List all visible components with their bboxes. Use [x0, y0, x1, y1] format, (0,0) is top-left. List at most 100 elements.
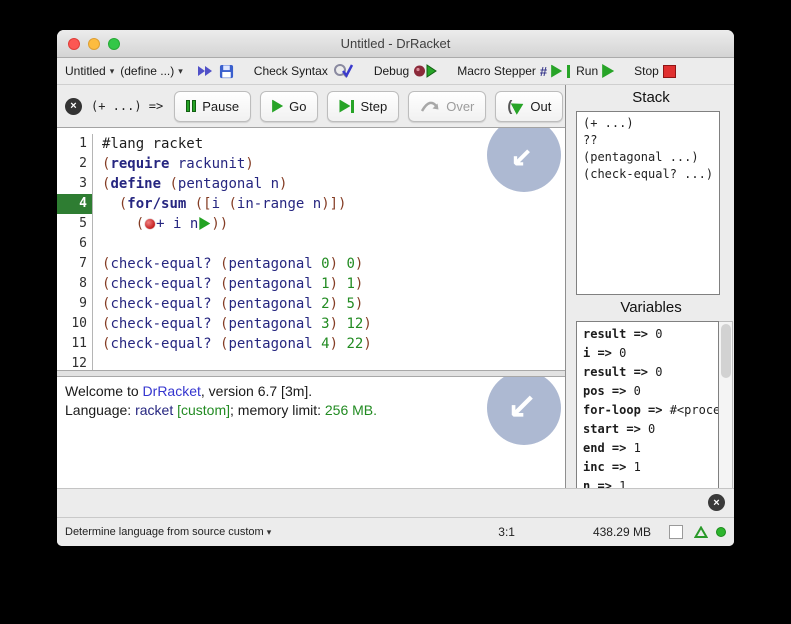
break-kill-icon[interactable]: × — [708, 494, 725, 511]
step-bar-icon — [567, 64, 571, 78]
variable-item[interactable]: result => 0 — [577, 325, 718, 344]
interactions-area[interactable]: Welcome to DrRacket, version 6.7 [3m]. La… — [57, 377, 565, 488]
jump-to-definition-icon[interactable] — [197, 64, 213, 78]
save-disk-icon — [219, 64, 233, 78]
code-line[interactable]: 6 — [57, 234, 565, 254]
line-number: 9 — [57, 294, 93, 314]
line-number: 2 — [57, 154, 93, 174]
over-button[interactable]: Over — [408, 90, 487, 122]
code-line[interactable]: 3 (define (pentagonal n) — [57, 174, 565, 194]
variable-item[interactable]: i => 0 — [577, 344, 718, 363]
drracket-link[interactable]: DrRacket — [143, 383, 201, 399]
save-button[interactable] — [219, 64, 234, 79]
step-triangle-icon — [551, 64, 563, 78]
zoom-window-button[interactable] — [108, 37, 120, 50]
debug-button[interactable]: Debug — [374, 63, 438, 79]
window-title: Untitled - DrRacket — [340, 36, 451, 51]
magnifier-check-icon — [333, 64, 353, 78]
variable-item[interactable]: end => 1 — [577, 439, 718, 458]
stack-frame-item[interactable]: (check-equal? ...) — [577, 166, 719, 183]
code-line[interactable]: 12 — [57, 354, 565, 370]
line-number: 1 — [57, 134, 93, 154]
pane-splitter[interactable] — [57, 370, 565, 377]
go-button[interactable]: Go — [260, 90, 319, 122]
chevron-down-icon: ▾ — [178, 65, 183, 76]
chevron-down-icon: ▾ — [266, 526, 272, 537]
line-number: 11 — [57, 334, 93, 354]
code-line[interactable]: 5 (+ i n)) — [57, 214, 565, 234]
caret-position: 3:1 — [498, 525, 515, 539]
hash-icon: # — [539, 63, 548, 79]
minimize-window-button[interactable] — [88, 37, 100, 50]
execution-arrow-icon — [199, 217, 211, 230]
close-window-button[interactable] — [68, 37, 80, 50]
code-line[interactable]: 10 (check-equal? (pentagonal 3) 12) — [57, 314, 565, 334]
variable-item[interactable]: result => 0 — [577, 363, 718, 382]
define-navigator-dropdown[interactable]: (define ...) ▾ — [120, 64, 183, 78]
line-number: 8 — [57, 274, 93, 294]
definitions-editor[interactable]: 1 #lang racket 2 (require rackunit) 3 (define… — [57, 127, 565, 370]
close-debugger-icon[interactable]: × — [65, 97, 82, 115]
go-icon — [272, 99, 284, 113]
chevron-down-icon: ▾ — [109, 65, 115, 76]
stack-list[interactable]: (+ ...)?? (pentagonal ...) (check-equal? .… — [576, 111, 721, 295]
line-number: 3 — [57, 174, 93, 194]
variable-item[interactable]: start => 0 — [577, 420, 718, 439]
check-syntax-button[interactable]: Check Syntax — [254, 63, 354, 79]
code-line[interactable]: 11 (check-equal? (pentagonal 4) 22) — [57, 334, 565, 354]
line-number: 5 — [57, 214, 93, 234]
macro-stepper-button[interactable]: Macro Stepper # — [457, 63, 571, 79]
variable-item[interactable]: for-loop => #<proce — [577, 401, 718, 420]
step-button[interactable]: Step — [327, 90, 400, 122]
variables-list[interactable]: result => 0i => 0 result => 0 pos => 0 for-… — [576, 321, 719, 493]
breakpoint-icon[interactable] — [145, 219, 156, 229]
language-selector[interactable]: Determine language from source custom ▾ — [65, 526, 271, 538]
scrollbar-thumb[interactable] — [720, 324, 731, 378]
stack-frame-item[interactable]: (+ ...) — [577, 115, 719, 132]
stop-button[interactable]: Stop — [634, 64, 676, 78]
code-line[interactable]: 8 (check-equal? (pentagonal 1) 1) — [57, 274, 565, 294]
line-number: 10 — [57, 314, 93, 334]
code-line[interactable]: 9 (check-equal? (pentagonal 2) 5) — [57, 294, 565, 314]
stack-frame-item[interactable]: ?? — [577, 132, 719, 149]
run-button[interactable]: Run — [576, 64, 615, 78]
variable-item[interactable]: inc => 1 — [577, 458, 718, 477]
code-text: (check-equal? (pentagonal 1) 1) — [102, 276, 364, 292]
main-toolbar: Untitled ▾ (define ...) ▾ Check Syntax D… — [57, 58, 734, 85]
code-text: (for/sum ([i (in-range n)]) — [118, 196, 347, 212]
title-bar[interactable]: Untitled - DrRacket — [57, 30, 734, 58]
bottom-strip: × — [57, 488, 734, 517]
code-text: (require rackunit) — [102, 156, 254, 172]
recycle-icon[interactable] — [694, 525, 708, 539]
step-icon — [339, 99, 355, 113]
pause-button[interactable]: Pause — [174, 90, 252, 122]
code-text: (check-equal? (pentagonal 0) 0) — [102, 256, 364, 272]
variable-item[interactable]: pos => 0 — [577, 382, 718, 401]
status-bar: Determine language from source custom ▾ … — [57, 517, 734, 546]
untitled-dropdown[interactable]: Untitled ▾ — [65, 64, 114, 78]
drracket-window: Untitled - DrRacket Untitled ▾ (define .… — [57, 30, 734, 546]
code-line[interactable]: 7 (check-equal? (pentagonal 0) 0) — [57, 254, 565, 274]
status-indicator-icon — [716, 527, 726, 537]
code-text: (+ i n)) — [135, 216, 229, 232]
drracket-watermark-icon: ↙ — [487, 377, 561, 445]
traffic-lights — [68, 30, 120, 57]
line-number: 12 — [57, 354, 93, 370]
debugger-side-panel: Stack (+ ...)?? (pentagonal ...) (check-eq… — [565, 85, 734, 497]
code-line[interactable]: 4 (for/sum ([i (in-range n)]) — [57, 194, 565, 214]
over-arc-icon — [421, 101, 439, 112]
line-number: 6 — [57, 234, 93, 254]
variables-scrollbar[interactable] — [719, 321, 733, 493]
logging-checkbox[interactable] — [669, 525, 683, 539]
code-text: (check-equal? (pentagonal 4) 22) — [102, 336, 372, 352]
code-text: #lang racket — [102, 136, 204, 152]
code-text: (check-equal? (pentagonal 2) 5) — [102, 296, 364, 312]
debugger-toolbar: × (+ ...) => Pause Go Step Over (Out — [57, 85, 565, 127]
left-column: × (+ ...) => Pause Go Step Over (Out 1 … — [57, 85, 565, 488]
stack-frame-item[interactable]: (pentagonal ...) — [577, 149, 719, 166]
run-icon — [602, 64, 615, 78]
pause-icon — [186, 100, 197, 112]
out-button[interactable]: ( Out — [495, 90, 564, 122]
